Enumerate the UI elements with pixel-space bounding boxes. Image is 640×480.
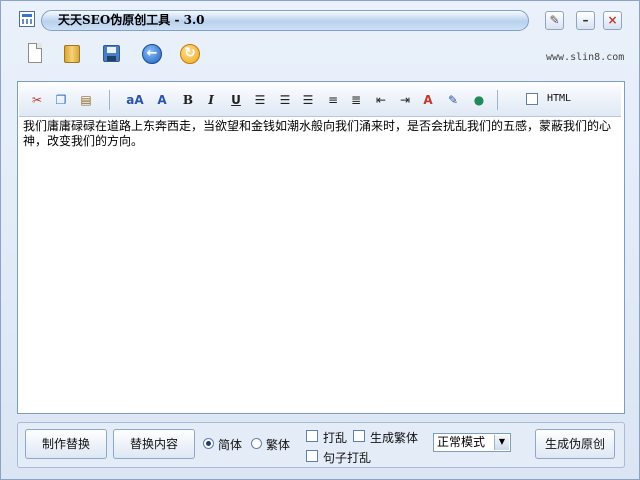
replace-content-button[interactable]: 替换内容 bbox=[113, 429, 195, 459]
italic-icon[interactable]: I bbox=[202, 91, 220, 109]
skin-button[interactable]: ✎ bbox=[545, 11, 564, 30]
unordered-list-icon[interactable]: ≣ bbox=[347, 91, 365, 109]
copy-icon[interactable]: ❐ bbox=[52, 91, 70, 109]
link-globe-icon[interactable]: ● bbox=[470, 91, 488, 109]
outdent-icon[interactable]: ⇤ bbox=[372, 91, 390, 109]
app-window: 天天SEO伪原创工具 - 3.0 ✎ – × ← ↻ www.slin8.com… bbox=[0, 0, 640, 480]
chevron-down-icon[interactable]: ▼ bbox=[494, 435, 509, 450]
close-button[interactable]: × bbox=[603, 11, 622, 30]
html-checkbox[interactable] bbox=[526, 93, 538, 105]
minimize-button[interactable]: – bbox=[576, 11, 595, 30]
radio-simplified-label: 简体 bbox=[218, 438, 243, 452]
align-right-icon[interactable]: ☰ bbox=[299, 91, 317, 109]
app-icon[interactable] bbox=[19, 11, 35, 27]
redo-icon[interactable]: ↻ bbox=[179, 43, 201, 65]
indent-icon[interactable]: ⇥ bbox=[396, 91, 414, 109]
editor-content[interactable]: 我们庸庸碌碌在道路上东奔西走，当欲望和金钱如潮水般向我们涌来时，是否会扰乱我们的… bbox=[23, 119, 611, 149]
mode-select-value: 正常模式 bbox=[437, 435, 486, 449]
back-icon[interactable]: ← bbox=[141, 43, 163, 65]
ordered-list-icon[interactable]: ≡ bbox=[324, 91, 342, 109]
main-toolbar bbox=[1, 37, 639, 73]
font-size-icon[interactable]: A bbox=[152, 91, 172, 109]
sentence-shuffle-label: 句子打乱 bbox=[323, 451, 372, 465]
sentence-shuffle-checkbox[interactable] bbox=[306, 450, 318, 462]
window-title: 天天SEO伪原创工具 - 3.0 bbox=[41, 10, 529, 31]
underline-icon[interactable]: U bbox=[227, 91, 245, 109]
radio-traditional[interactable] bbox=[251, 438, 262, 449]
generate-pseudo-original-button[interactable]: 生成伪原创 bbox=[535, 429, 615, 459]
align-center-icon[interactable]: ☰ bbox=[276, 91, 294, 109]
toolbar-separator bbox=[497, 90, 498, 110]
open-folder-icon[interactable] bbox=[61, 43, 83, 65]
new-file-icon[interactable] bbox=[26, 43, 48, 65]
mode-select[interactable]: 正常模式 ▼ bbox=[433, 433, 511, 452]
radio-simplified[interactable] bbox=[203, 438, 214, 449]
cut-icon[interactable]: ✂ bbox=[28, 91, 46, 109]
paste-icon[interactable]: ▤ bbox=[77, 91, 95, 109]
font-color-icon[interactable]: A bbox=[419, 91, 437, 109]
title-bar: 天天SEO伪原创工具 - 3.0 ✎ – × bbox=[1, 1, 639, 37]
align-left-icon[interactable]: ☰ bbox=[251, 91, 269, 109]
bottom-panel bbox=[17, 422, 625, 468]
toolbar-separator bbox=[109, 90, 110, 110]
make-replace-button[interactable]: 制作替换 bbox=[25, 429, 107, 459]
shuffle-label: 打乱 bbox=[323, 431, 348, 445]
shuffle-checkbox[interactable] bbox=[306, 430, 318, 442]
bold-icon[interactable]: B bbox=[179, 91, 197, 109]
generate-traditional-label: 生成繁体 bbox=[370, 431, 419, 445]
site-url: www.slin8.com bbox=[546, 52, 625, 63]
save-icon[interactable] bbox=[101, 43, 123, 65]
highlight-icon[interactable]: ✎ bbox=[444, 91, 462, 109]
html-label: HTML bbox=[547, 93, 572, 104]
find-replace-icon[interactable]: aA bbox=[123, 91, 147, 109]
generate-traditional-checkbox[interactable] bbox=[353, 430, 365, 442]
radio-traditional-label: 繁体 bbox=[266, 438, 291, 452]
